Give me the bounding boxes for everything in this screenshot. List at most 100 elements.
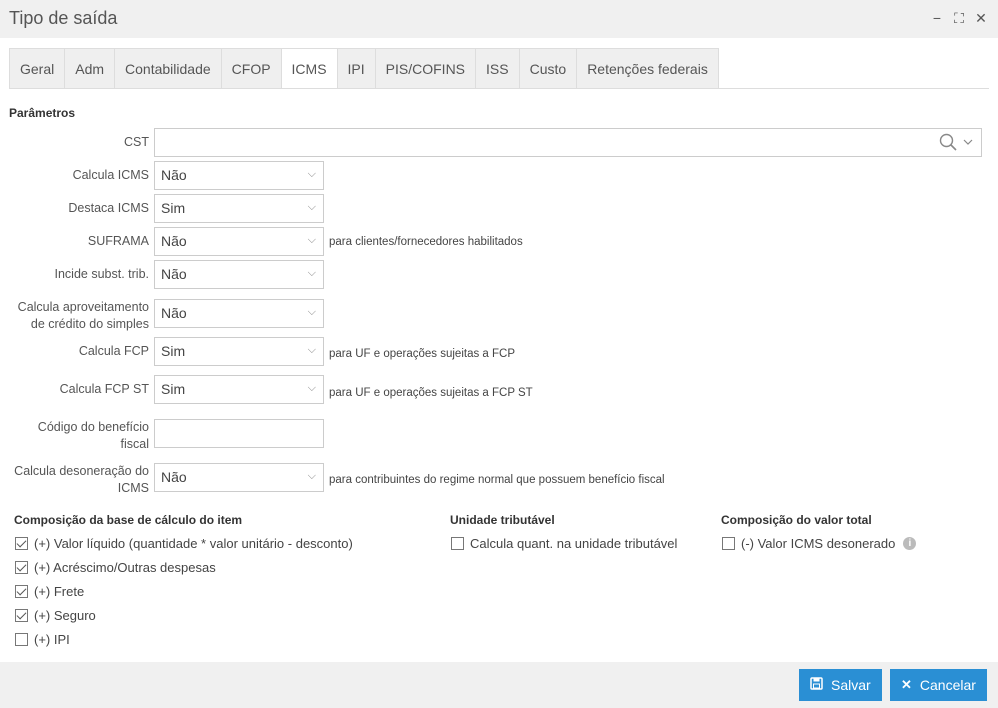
calcula-icms-select[interactable]: Não ⌵ bbox=[154, 161, 324, 190]
check-acrescimo[interactable]: (+) Acréscimo/Outras despesas bbox=[15, 560, 216, 575]
desoneracao-value: Não bbox=[161, 469, 187, 485]
calcula-fcp-value: Sim bbox=[161, 343, 186, 359]
tab-pis-cofins[interactable]: PIS/COFINS bbox=[374, 48, 476, 89]
beneficio-label-line1: Código do benefício bbox=[37, 420, 149, 434]
tab-custo[interactable]: Custo bbox=[518, 48, 577, 89]
floppy-disk-icon bbox=[810, 677, 823, 693]
composicao-total-title: Composição do valor total bbox=[721, 513, 872, 527]
maximize-icon[interactable]: ⛶ bbox=[952, 9, 966, 27]
checkbox[interactable] bbox=[15, 585, 28, 598]
tab-geral[interactable]: Geral bbox=[9, 48, 65, 89]
calcula-fcp-hint: para UF e operações sujeitas a FCP bbox=[329, 348, 516, 360]
checkbox[interactable] bbox=[15, 633, 28, 646]
calcula-fcp-st-label: Calcula FCP ST bbox=[59, 382, 149, 396]
aproveitamento-label: Calcula aproveitamento de crédito do sim… bbox=[8, 299, 149, 333]
chevron-down-icon: ⌵ bbox=[307, 382, 316, 394]
tab-divider bbox=[9, 88, 989, 89]
calcula-icms-value: Não bbox=[161, 167, 187, 183]
cst-search-input[interactable] bbox=[154, 128, 982, 157]
unidade-tributavel-title: Unidade tributável bbox=[450, 513, 555, 527]
chevron-down-icon: ⌵ bbox=[307, 344, 316, 356]
check-frete[interactable]: (+) Frete bbox=[15, 584, 84, 599]
close-icon[interactable]: ✕ bbox=[974, 9, 988, 27]
suframa-label: SUFRAMA bbox=[87, 234, 149, 248]
beneficio-label-line2: fiscal bbox=[120, 437, 149, 451]
suframa-hint: para clientes/fornecedores habilitados bbox=[329, 236, 523, 248]
incide-st-value: Não bbox=[161, 266, 187, 282]
checkbox[interactable] bbox=[15, 561, 28, 574]
checkbox[interactable] bbox=[15, 537, 28, 550]
tab-cfop[interactable]: CFOP bbox=[220, 48, 281, 89]
calcula-fcp-label: Calcula FCP bbox=[78, 344, 149, 358]
desoneracao-label-line2: ICMS bbox=[117, 481, 149, 495]
calcula-fcp-st-value: Sim bbox=[161, 381, 186, 397]
beneficio-label: Código do benefício fiscal bbox=[8, 419, 149, 453]
dialog-title: Tipo de saída bbox=[9, 8, 118, 28]
cst-label: CST bbox=[124, 135, 149, 149]
chevron-down-icon: ⌵ bbox=[307, 470, 316, 482]
tab-adm[interactable]: Adm bbox=[64, 48, 115, 89]
tab-retencoes-federais[interactable]: Retenções federais bbox=[576, 48, 719, 89]
checkbox[interactable] bbox=[722, 537, 735, 550]
close-icon: ✕ bbox=[901, 677, 912, 692]
section-parametros: Parâmetros bbox=[9, 106, 76, 120]
minimize-icon[interactable]: − bbox=[930, 9, 944, 27]
check-ipi[interactable]: (+) IPI bbox=[15, 632, 70, 647]
checkbox[interactable] bbox=[15, 609, 28, 622]
tab-contabilidade[interactable]: Contabilidade bbox=[114, 48, 221, 89]
check-valor-liquido[interactable]: (+) Valor líquido (quantidade * valor un… bbox=[15, 536, 353, 551]
cancel-button[interactable]: ✕ Cancelar bbox=[890, 669, 987, 701]
cst-icons bbox=[939, 133, 973, 151]
tab-ipi[interactable]: IPI bbox=[336, 48, 375, 89]
check-label: (+) Frete bbox=[34, 584, 85, 599]
dialog-window: Tipo de saída − ⛶ ✕ Geral Adm Contabilid… bbox=[0, 0, 998, 708]
destaca-icms-select[interactable]: Sim ⌵ bbox=[154, 194, 324, 223]
chevron-down-icon: ⌵ bbox=[307, 306, 316, 318]
check-icms-desonerado[interactable]: (-) Valor ICMS desonerado i bbox=[722, 536, 917, 551]
tab-iss[interactable]: ISS bbox=[475, 48, 519, 89]
check-label: (+) Seguro bbox=[34, 608, 96, 623]
info-icon[interactable]: i bbox=[903, 537, 917, 550]
chevron-down-icon: ⌵ bbox=[307, 168, 316, 180]
calcula-fcp-select[interactable]: Sim ⌵ bbox=[154, 337, 324, 366]
aproveitamento-value: Não bbox=[161, 305, 187, 321]
aproveitamento-label-line1: Calcula aproveitamento bbox=[17, 300, 149, 314]
suframa-select[interactable]: Não ⌵ bbox=[154, 227, 324, 256]
incide-st-select[interactable]: Não ⌵ bbox=[154, 260, 324, 289]
incide-st-label: Incide subst. trib. bbox=[54, 267, 150, 281]
check-label: (+) Valor líquido (quantidade * valor un… bbox=[34, 536, 353, 551]
check-unidade-tributavel[interactable]: Calcula quant. na unidade tributável bbox=[451, 536, 677, 551]
save-button[interactable]: Salvar bbox=[799, 669, 882, 701]
suframa-value: Não bbox=[161, 233, 187, 249]
check-label: Calcula quant. na unidade tributável bbox=[470, 536, 678, 551]
chevron-down-icon: ⌵ bbox=[307, 267, 316, 279]
aproveitamento-select[interactable]: Não ⌵ bbox=[154, 299, 324, 328]
desoneracao-label: Calcula desoneração do ICMS bbox=[8, 463, 149, 497]
check-label: (-) Valor ICMS desonerado bbox=[741, 536, 896, 551]
composicao-base-title: Composição da base de cálculo do item bbox=[14, 513, 243, 527]
desoneracao-select[interactable]: Não ⌵ bbox=[154, 463, 324, 492]
desoneracao-label-line1: Calcula desoneração do bbox=[14, 464, 149, 478]
window-controls: − ⛶ ✕ bbox=[930, 9, 988, 27]
cancel-button-label: Cancelar bbox=[919, 677, 976, 693]
beneficio-input[interactable] bbox=[154, 419, 324, 448]
tab-bar: Geral Adm Contabilidade CFOP ICMS IPI PI… bbox=[9, 48, 719, 89]
check-seguro[interactable]: (+) Seguro bbox=[15, 608, 96, 623]
save-button-label: Salvar bbox=[831, 677, 871, 693]
desoneracao-hint: para contribuintes do regime normal que … bbox=[329, 474, 665, 486]
calcula-icms-label: Calcula ICMS bbox=[72, 168, 149, 182]
destaca-icms-label: Destaca ICMS bbox=[68, 201, 149, 215]
titlebar: Tipo de saída − ⛶ ✕ bbox=[0, 0, 998, 38]
check-label: (+) IPI bbox=[34, 632, 70, 647]
destaca-icms-value: Sim bbox=[161, 200, 186, 216]
aproveitamento-label-line2: de crédito do simples bbox=[30, 317, 149, 331]
calcula-fcp-st-hint: para UF e operações sujeitas a FCP ST bbox=[329, 387, 533, 399]
chevron-down-icon: ⌵ bbox=[307, 201, 316, 213]
chevron-down-icon: ⌵ bbox=[307, 234, 316, 246]
calcula-fcp-st-select[interactable]: Sim ⌵ bbox=[154, 375, 324, 404]
checkbox[interactable] bbox=[451, 537, 464, 550]
check-label: (+) Acréscimo/Outras despesas bbox=[34, 560, 216, 575]
tab-icms[interactable]: ICMS bbox=[280, 48, 337, 89]
chevron-down-icon[interactable] bbox=[963, 139, 973, 145]
search-icon[interactable] bbox=[939, 133, 957, 151]
